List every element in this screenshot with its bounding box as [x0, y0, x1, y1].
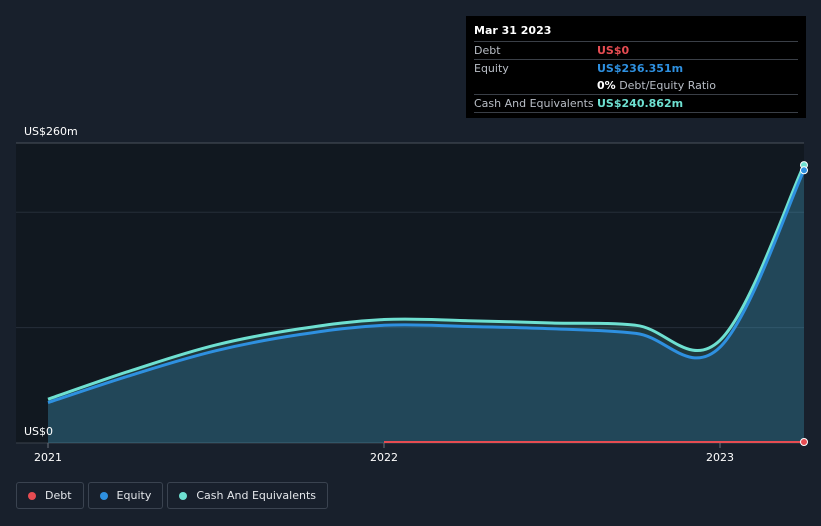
- cash-dot-icon: [179, 491, 188, 500]
- equity-end-marker: [800, 166, 808, 175]
- legend-equity-label: Equity: [116, 489, 152, 502]
- debt-end-marker: [800, 438, 808, 446]
- equity-dot-icon: [99, 491, 108, 500]
- legend-cash-label: Cash And Equivalents: [196, 489, 316, 502]
- legend-item-debt[interactable]: Debt: [16, 482, 84, 509]
- y-axis-top-label: US$260m: [24, 125, 78, 138]
- x-axis-ticks: 2021 2022 2023: [34, 443, 734, 464]
- legend-item-equity[interactable]: Equity: [87, 482, 164, 509]
- y-axis-bottom-label: US$0: [24, 425, 53, 438]
- tooltip-row-ratio: 0% Debt/Equity Ratio: [474, 77, 798, 94]
- tooltip-date: Mar 31 2023: [474, 24, 552, 37]
- legend: Debt Equity Cash And Equivalents: [16, 482, 328, 509]
- tooltip-ratio-value: 0%: [597, 79, 616, 92]
- tooltip-cash-label: Cash And Equivalents: [474, 97, 594, 110]
- legend-debt-label: Debt: [45, 489, 72, 502]
- x-tick-label: 2022: [370, 451, 398, 464]
- tooltip-equity-label: Equity: [474, 62, 509, 75]
- tooltip-debt-value: US$0: [597, 44, 630, 57]
- debt-dot-icon: [28, 491, 36, 500]
- legend-item-cash[interactable]: Cash And Equivalents: [167, 482, 328, 509]
- tooltip-row-cash: Cash And Equivalents US$240.862m: [474, 94, 798, 113]
- tooltip-ratio-label: Debt/Equity Ratio: [619, 79, 716, 92]
- tooltip-cash-value: US$240.862m: [597, 97, 684, 110]
- tooltip-debt-label: Debt: [474, 44, 501, 57]
- tooltip-row-equity: Equity US$236.351m: [474, 59, 798, 77]
- tooltip-equity-value: US$236.351m: [597, 62, 684, 75]
- x-tick-label: 2023: [706, 451, 734, 464]
- x-tick-label: 2021: [34, 451, 62, 464]
- tooltip: Mar 31 2023 Debt US$0 Equity US$236.351m…: [466, 16, 806, 118]
- tooltip-row-debt: Debt US$0: [474, 41, 798, 59]
